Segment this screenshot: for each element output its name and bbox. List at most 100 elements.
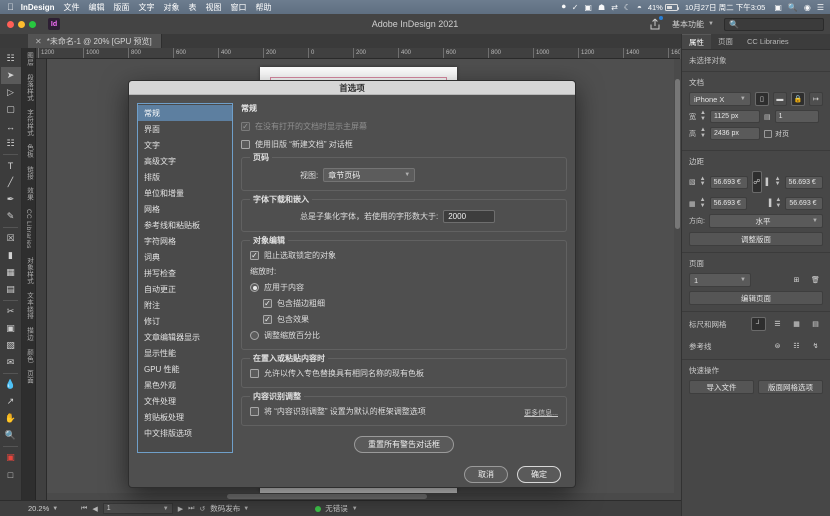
- checkbox-icon[interactable]: [241, 140, 250, 149]
- first-page-button[interactable]: ⏮: [81, 505, 87, 513]
- pref-item-clipboard-handling[interactable]: 剪贴板处理: [138, 409, 232, 425]
- selection-arrow-icon[interactable]: ➤: [1, 67, 21, 84]
- dock-tab-effects[interactable]: 效果: [24, 187, 34, 201]
- margin-top-field[interactable]: 56.693 €: [710, 176, 748, 189]
- menu-window[interactable]: 窗口: [231, 2, 247, 13]
- pref-item-story-editor[interactable]: 文章编辑器显示: [138, 329, 232, 345]
- dock-tab-stroke[interactable]: 描边: [24, 327, 34, 341]
- preferences-category-list[interactable]: 常规 界面 文字 高级文字 排版 单位和增量 网格 参考线和粘贴板 字符网格 词…: [137, 103, 233, 453]
- radio-icon[interactable]: [250, 283, 259, 292]
- facing-pages-checkbox[interactable]: 对页: [764, 129, 789, 139]
- guide-options-icon[interactable]: ☷: [789, 339, 804, 353]
- minimize-window-button[interactable]: [18, 21, 25, 28]
- hand-tool-icon[interactable]: ✋: [1, 410, 21, 427]
- dock-tab-pages[interactable]: 页面: [24, 370, 34, 384]
- page-transition-icon[interactable]: ↺: [199, 505, 205, 513]
- display-icon[interactable]: ▣: [584, 3, 592, 12]
- page-width-field[interactable]: 1125 px: [710, 110, 760, 123]
- ok-button[interactable]: 确定: [517, 466, 561, 483]
- add-page-icon[interactable]: ⊞: [789, 273, 804, 287]
- preflight-status[interactable]: 无错误 ▼: [315, 503, 357, 514]
- free-transform-icon[interactable]: ▣: [1, 320, 21, 337]
- menu-file[interactable]: 文件: [64, 2, 80, 13]
- dock-tab-swatches[interactable]: 色板: [24, 144, 34, 158]
- pages-count-field[interactable]: 1: [775, 110, 819, 123]
- search-icon[interactable]: 🔍: [788, 3, 798, 12]
- create-guides-icon[interactable]: ⊜: [770, 339, 785, 353]
- fill-stroke-icon[interactable]: ▣: [1, 449, 21, 466]
- content-collector-icon[interactable]: ☷: [1, 135, 21, 152]
- tab-cc-libraries[interactable]: CC Libraries: [740, 34, 796, 49]
- zoom-level-selector[interactable]: 20.2% ▼: [28, 504, 76, 513]
- rectangle-tool-icon[interactable]: ▮: [1, 247, 21, 264]
- control-center-icon[interactable]: ☰: [817, 3, 824, 12]
- reset-warnings-button[interactable]: 重置所有警告对话框: [354, 436, 454, 453]
- screen-record-icon[interactable]: ⏺: [562, 2, 566, 12]
- menu-table[interactable]: 表: [189, 2, 197, 13]
- share-icon[interactable]: [648, 17, 662, 31]
- menu-type[interactable]: 文字: [139, 2, 155, 13]
- menu-help[interactable]: 帮助: [256, 2, 272, 13]
- checkbox-icon[interactable]: [263, 315, 272, 324]
- pref-item-autocorrect[interactable]: 自动更正: [138, 281, 232, 297]
- checkbox-icon[interactable]: [263, 299, 272, 308]
- menu-indesign[interactable]: InDesign: [21, 3, 55, 12]
- sync-icon[interactable]: ⇄: [611, 3, 618, 12]
- pref-item-composition[interactable]: 排版: [138, 169, 232, 185]
- close-window-button[interactable]: [7, 21, 14, 28]
- apple-logo-icon[interactable]: : [7, 3, 14, 12]
- lock-ratio-icon[interactable]: 🔒: [791, 92, 805, 106]
- menu-layout[interactable]: 版面: [114, 2, 130, 13]
- margin-right-stepper[interactable]: ▲▼: [775, 198, 781, 209]
- checkbox-icon[interactable]: [250, 251, 259, 260]
- edit-pages-button[interactable]: 编辑页面: [689, 291, 823, 305]
- font-subset-threshold-field[interactable]: 2000: [443, 210, 495, 223]
- window-controls[interactable]: [7, 21, 36, 28]
- legacy-new-doc-row[interactable]: 使用旧版 “新建文档” 对话框: [241, 139, 567, 150]
- pref-item-file-handling[interactable]: 文件处理: [138, 393, 232, 409]
- dock-tab-links[interactable]: 链接: [24, 166, 34, 180]
- tab-properties[interactable]: 属性: [682, 34, 711, 49]
- document-intent-selector[interactable]: 数码发布 ▼: [210, 503, 310, 514]
- help-search-box[interactable]: 🔍: [724, 18, 824, 31]
- zoom-tool-icon[interactable]: 🔍: [1, 427, 21, 444]
- moon-icon[interactable]: ☾: [624, 3, 631, 12]
- smart-guides-icon[interactable]: ↯: [808, 339, 823, 353]
- ruler-icon[interactable]: ┘: [751, 317, 766, 331]
- gap-tool-icon[interactable]: ↔: [1, 118, 21, 135]
- workspace-switcher[interactable]: 基本功能 ▼: [668, 17, 718, 32]
- menubar-clock[interactable]: 10月27日 周二 下午3:05: [685, 2, 765, 13]
- landscape-icon[interactable]: ▬: [773, 92, 787, 106]
- horizontal-ruler[interactable]: 1200 1000 800 600 400 200 0 200 400 600 …: [36, 48, 680, 59]
- battery-indicator[interactable]: 41%: [648, 3, 678, 12]
- type-tool-icon[interactable]: T: [1, 157, 21, 174]
- panel-grip-icon[interactable]: ☷: [1, 50, 21, 67]
- dock-tab-paragraph-styles[interactable]: 段落样式: [24, 74, 34, 101]
- checkbox-icon[interactable]: [250, 369, 259, 378]
- pref-item-advanced-type[interactable]: 高级文字: [138, 153, 232, 169]
- include-stroke-row[interactable]: 包含描边粗细: [263, 298, 558, 309]
- document-grid-icon[interactable]: ▦: [789, 317, 804, 331]
- pref-item-gpu-performance[interactable]: GPU 性能: [138, 361, 232, 377]
- margin-left-field[interactable]: 56.693 €: [785, 176, 823, 189]
- checkbox-icon[interactable]: [250, 407, 259, 416]
- cancel-button[interactable]: 取消: [464, 466, 508, 483]
- shield-icon[interactable]: ☗: [598, 3, 605, 12]
- pen-tool-icon[interactable]: ✒: [1, 191, 21, 208]
- page-number-field[interactable]: 1 ▼: [103, 503, 173, 514]
- page-selector-dropdown[interactable]: 1 ▼: [689, 273, 751, 287]
- search-input[interactable]: [742, 20, 819, 29]
- dock-tab-layers[interactable]: 图层: [24, 52, 34, 66]
- layout-grid-options-button[interactable]: 版面网格选项: [758, 380, 823, 394]
- pref-item-units-increments[interactable]: 单位和增量: [138, 185, 232, 201]
- pref-item-grids[interactable]: 网格: [138, 201, 232, 217]
- baseline-grid-icon[interactable]: ☰: [770, 317, 785, 331]
- line-tool-icon[interactable]: ╱: [1, 174, 21, 191]
- document-preset-dropdown[interactable]: iPhone X ▼: [689, 92, 751, 106]
- prevent-lock-row[interactable]: 阻止选取锁定的对象: [250, 250, 558, 261]
- pref-item-interface[interactable]: 界面: [138, 121, 232, 137]
- margin-top-stepper[interactable]: ▲▼: [700, 177, 706, 188]
- pref-item-type[interactable]: 文字: [138, 137, 232, 153]
- pref-item-spelling[interactable]: 拼写检查: [138, 265, 232, 281]
- vertical-ruler[interactable]: [36, 59, 47, 500]
